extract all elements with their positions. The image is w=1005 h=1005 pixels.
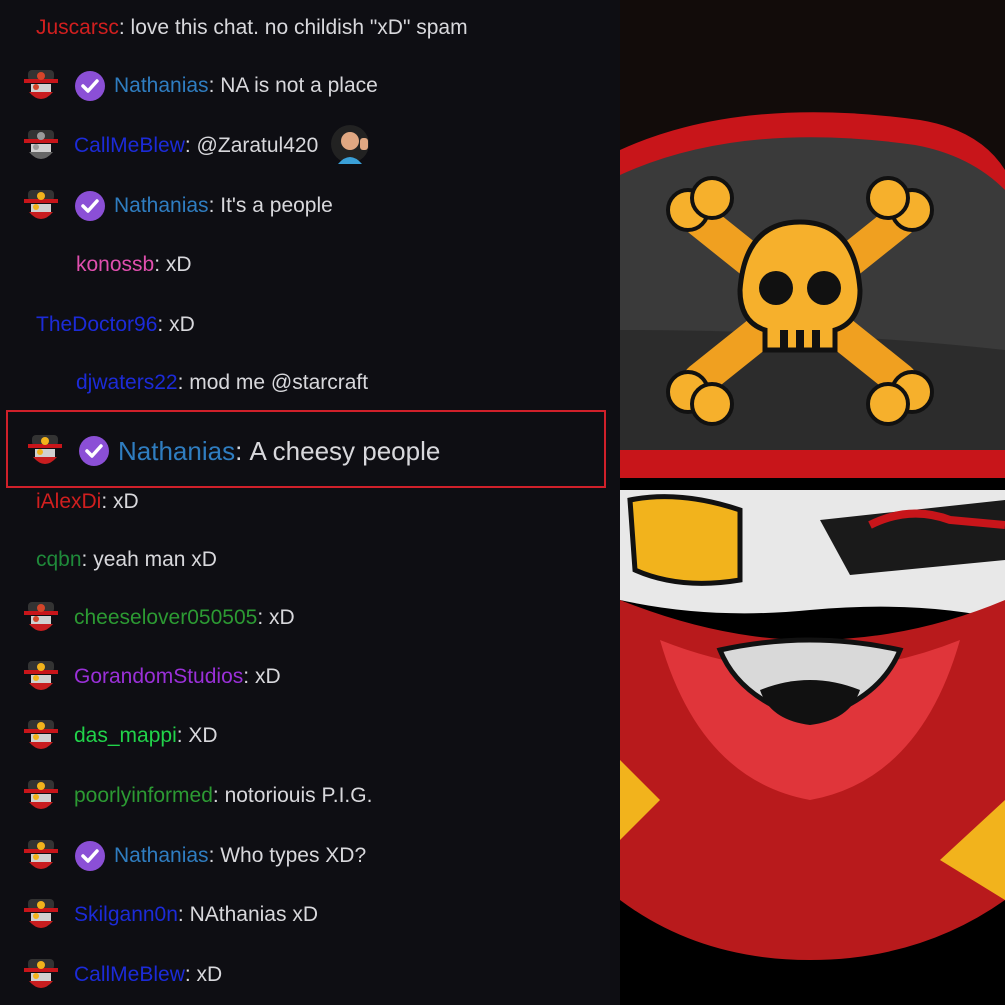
chat-message: Skilgann0n: NAthanias xD [14,895,318,935]
chat-text: A cheesy people [249,435,441,466]
chat-username[interactable]: cqbn [36,548,82,572]
chat-username[interactable]: GorandomStudios [74,665,243,689]
chat-text: love this chat. no childish "xD" spam [130,16,468,39]
chat-message: djwaters22: mod me @starcraft [76,371,369,395]
chat-message: Nathanias: A cheesy people [18,429,440,473]
chat-message: Nathanias: NA is not a place [14,66,378,106]
chat-username[interactable]: Skilgann0n [74,903,178,927]
pirate-avatar-icon [24,959,58,988]
chat-text: xD [254,665,281,688]
chat-username[interactable]: cheeselover050505 [74,606,257,630]
chat-username[interactable]: Nathanias [114,194,209,218]
chat-message: Juscarsc: love this chat. no childish "x… [36,16,468,40]
chat-text: XD [188,724,218,747]
chat-text: notoriouis P.I.G. [224,784,373,807]
verified-badge-icon [79,436,109,466]
chat-message: iAlexDi: xD [36,490,139,514]
chat-username[interactable]: TheDoctor96 [36,313,157,337]
pirate-avatar-icon [24,130,58,159]
pirate-avatar-icon [24,70,58,99]
chat-text: @Zaratul420 [196,134,319,157]
chat-text: yeah man xD [93,548,217,571]
chat-text: mod me @starcraft [189,371,369,394]
chat-username[interactable]: Juscarsc [36,16,119,40]
chat-username[interactable]: iAlexDi [36,490,101,514]
chat-message: GorandomStudios: xD [14,657,281,697]
pirate-avatar-icon [24,661,58,690]
chat-text: xD [165,253,192,276]
highlighted-message: Nathanias: A cheesy people [6,410,606,488]
chat-username[interactable]: poorlyinformed [74,784,213,808]
chat-message: konossb: xD [76,253,192,277]
chat-message: CallMeBlew: @Zaratul420 [14,125,374,166]
chat-username[interactable]: Nathanias [118,436,235,467]
chat-panel: Juscarsc: love this chat. no childish "x… [0,0,620,1005]
waving-woman-emote-icon [331,125,370,164]
chat-message: Nathanias: Who types XD? [14,836,366,876]
verified-badge-icon [75,71,105,101]
chat-username[interactable]: CallMeBlew [74,134,185,158]
chat-message: CallMeBlew: xD [14,955,222,995]
chat-text: It's a people [220,194,333,217]
chat-username[interactable]: Nathanias [114,844,209,868]
pirate-avatar-icon [24,899,58,928]
chat-message: das_mappi: XD [14,716,218,756]
pirate-avatar-icon [24,190,58,219]
pirate-skull-mascot-icon [620,0,1005,1005]
chat-username[interactable]: Nathanias [114,74,209,98]
chat-message: Nathanias: It's a people [14,186,333,226]
chat-text: xD [268,606,295,629]
chat-text: Who types XD? [220,844,367,867]
chat-username[interactable]: konossb [76,253,154,277]
chat-message: TheDoctor96: xD [36,313,195,337]
chat-message: poorlyinformed: notoriouis P.I.G. [14,776,372,816]
chat-text: xD [196,963,223,986]
pirate-avatar-icon [28,435,62,464]
pirate-avatar-icon [24,780,58,809]
chat-text: xD [113,490,139,513]
chat-text: xD [169,313,195,336]
chat-message: cheeselover050505: xD [14,598,295,638]
pirate-avatar-icon [24,720,58,749]
chat-username[interactable]: CallMeBlew [74,963,185,987]
chat-username[interactable]: das_mappi [74,724,177,748]
pirate-avatar-icon [24,602,58,631]
verified-badge-icon [75,191,105,221]
chat-text: NAthanias xD [189,903,318,926]
verified-badge-icon [75,841,105,871]
pirate-avatar-icon [24,840,58,869]
chat-username[interactable]: djwaters22 [76,371,178,395]
chat-text: NA is not a place [220,74,378,97]
chat-message: cqbn: yeah man xD [36,548,217,572]
